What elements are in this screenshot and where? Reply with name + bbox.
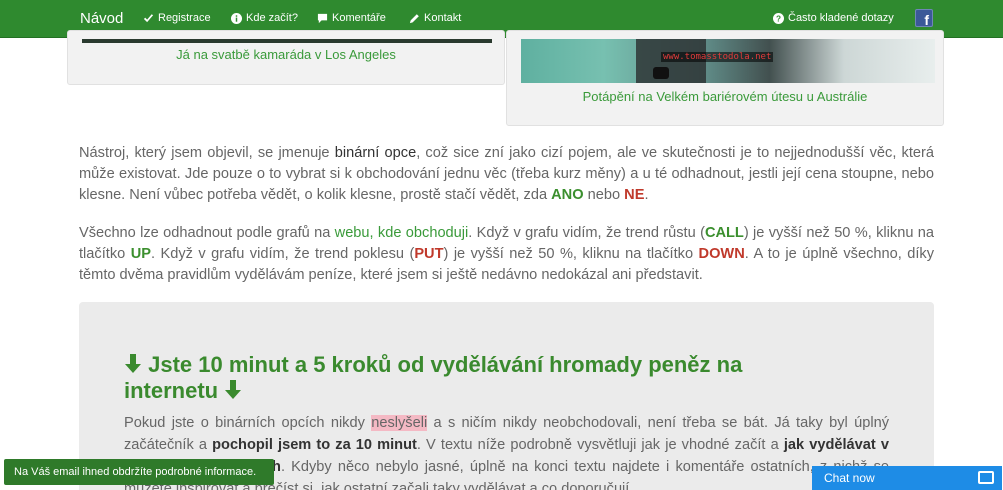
nav-registrace-label: Registrace (158, 12, 211, 24)
nav-komentare[interactable]: Komentáře (317, 12, 386, 24)
box-heading-text: Jste 10 minut a 5 kroků od vydělávání hr… (124, 352, 743, 403)
p2-call: CALL (704, 225, 744, 241)
box-bold-1: pochopil jsem to za 10 minut (212, 437, 417, 453)
p1-bold-binary-options: binární opce (334, 145, 417, 161)
facebook-icon[interactable]: f (915, 9, 933, 28)
chat-widget[interactable]: Chat now (812, 466, 1002, 490)
dive-watch (653, 67, 669, 79)
wedding-photo (82, 39, 492, 43)
nav-kontakt-label: Kontakt (424, 12, 462, 24)
info-icon (231, 12, 242, 24)
pencil-icon (409, 13, 419, 23)
nav-faq[interactable]: ? Často kladené dotazy (773, 12, 894, 24)
p1-text-3: nebo (583, 187, 625, 203)
nav-registrace[interactable]: Registrace (143, 12, 211, 24)
broker-link[interactable]: webu, kde obchoduji (335, 225, 469, 241)
question-icon: ? (773, 12, 784, 24)
chat-label: Chat now (824, 471, 875, 485)
box-text-1: Pokud jste o binárních opcích nikdy (124, 415, 372, 431)
nav-kde-zacit-label: Kde začít? (246, 12, 298, 24)
p1-text-4: . (644, 187, 649, 203)
p2-put: PUT (414, 246, 444, 262)
nav-komentare-label: Komentáře (332, 12, 386, 24)
charts-paragraph: Všechno lze odhadnout podle grafů na web… (79, 223, 934, 286)
p2-text-1: Všechno lze odhadnout podle grafů na (79, 225, 335, 241)
check-icon (143, 13, 154, 22)
nav-kontakt[interactable]: Kontakt (409, 12, 461, 24)
email-notice-bar[interactable]: Na Váš email ihned obdržíte podrobné inf… (4, 459, 274, 485)
photo-card-wedding: Já na svatbě kamaráda v Los Angeles (67, 30, 505, 85)
highlighted-word: neslyšeli (371, 415, 428, 431)
p1-ano: ANO (551, 187, 584, 203)
chat-window-icon[interactable] (978, 471, 994, 484)
photo-card-diving: www.tomasstodola.net Potápění na Velkém … (506, 30, 944, 126)
p2-text-5: ) je vyšší než 50 %, kliknu na tlačítko (443, 246, 699, 262)
photo-caption-diving: Potápění na Velkém bariérovém útesu u Au… (582, 89, 868, 104)
comment-icon (317, 13, 328, 23)
box-text-3: . V textu níže podrobně vysvětluji jak j… (416, 437, 784, 453)
box-heading: Jste 10 minut a 5 kroků od vydělávání hr… (124, 352, 824, 404)
diving-photo: www.tomasstodola.net (521, 39, 935, 83)
p2-text-2: . Když v grafu vidím, že trend růstu ( (468, 225, 705, 241)
p1-ne: NE (624, 187, 645, 203)
arrow-down-icon (125, 354, 141, 373)
p2-up: UP (130, 246, 151, 262)
arrow-down-icon (225, 380, 242, 399)
photo-watermark: www.tomasstodola.net (661, 52, 774, 62)
brand-link[interactable]: Návod (80, 10, 123, 27)
svg-text:?: ? (776, 14, 781, 23)
p2-down: DOWN (698, 246, 745, 262)
p2-text-4: . Když v grafu vidím, že trend poklesu ( (150, 246, 415, 262)
nav-kde-zacit[interactable]: Kde začít? (231, 12, 298, 24)
photo-caption-wedding: Já na svatbě kamaráda v Los Angeles (176, 47, 396, 62)
p1-text-1: Nástroj, který jsem objevil, se jmenuje (79, 145, 335, 161)
nav-faq-label: Často kladené dotazy (788, 12, 894, 24)
intro-paragraph: Nástroj, který jsem objevil, se jmenuje … (79, 143, 934, 206)
